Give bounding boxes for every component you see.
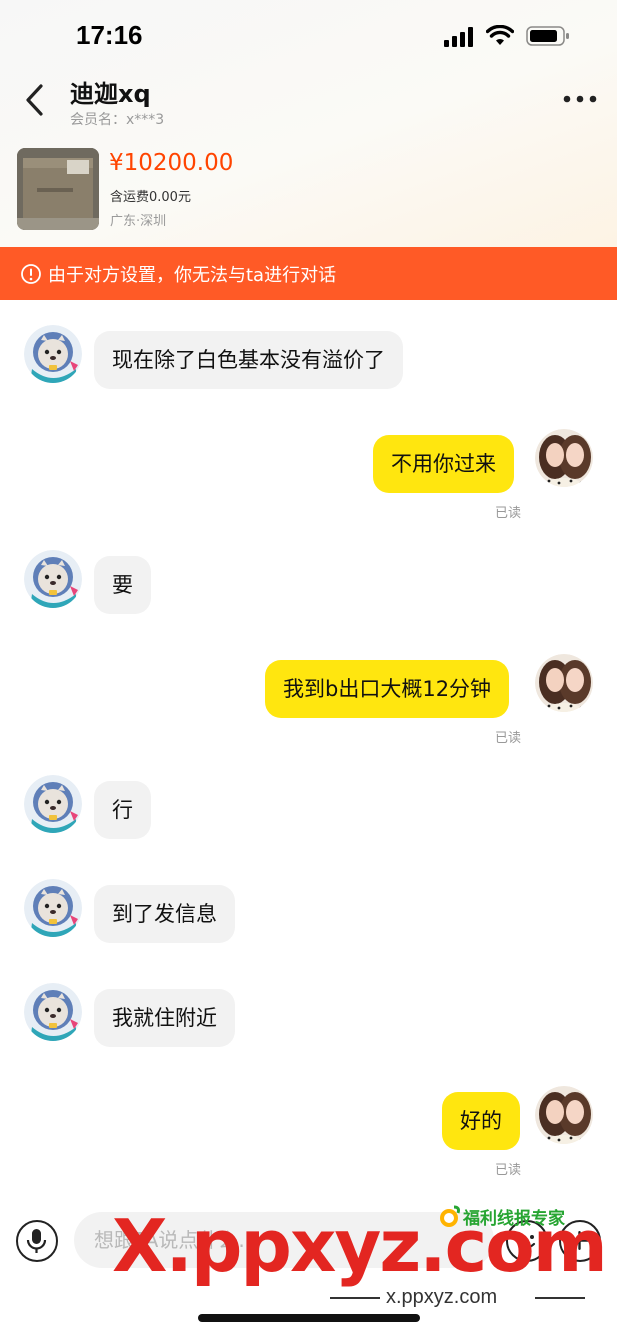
voice-button[interactable] <box>16 1220 58 1262</box>
home-indicator <box>198 1314 420 1322</box>
contact-avatar[interactable] <box>24 325 82 383</box>
contact-avatar[interactable] <box>24 983 82 1041</box>
status-time: 17:16 <box>76 20 143 50</box>
member-name: 会员名：x***3 <box>70 112 165 128</box>
product-location: 广东·深圳 <box>110 214 167 229</box>
product-shipping: 含运费0.00元 <box>110 190 191 205</box>
warning-circle-icon <box>21 264 41 284</box>
contact-name: 迪迦xq <box>70 80 151 108</box>
message-bubble-outgoing[interactable]: 好的 <box>442 1092 520 1150</box>
read-status: 已读 <box>495 731 522 746</box>
my-avatar[interactable] <box>535 429 593 487</box>
read-status: 已读 <box>495 506 522 521</box>
message-bubble-incoming[interactable]: 我就住附近 <box>94 989 235 1047</box>
watermark-divider <box>330 1297 380 1299</box>
message-bubble-incoming[interactable]: 要 <box>94 556 151 614</box>
read-status: 已读 <box>495 1163 522 1178</box>
product-price: ¥10200.00 <box>109 150 234 176</box>
status-bar: 17:16 <box>0 0 617 72</box>
watermark-main: X.ppxyz.com <box>112 1204 608 1288</box>
contact-avatar[interactable] <box>24 775 82 833</box>
more-dots-icon[interactable] <box>561 86 599 112</box>
message-bubble-incoming[interactable]: 行 <box>94 781 151 839</box>
message-bubble-incoming[interactable]: 现在除了白色基本没有溢价了 <box>94 331 403 389</box>
signal-icon <box>444 27 473 47</box>
contact-avatar[interactable] <box>24 879 82 937</box>
battery-icon <box>526 26 569 46</box>
my-avatar[interactable] <box>535 654 593 712</box>
notice-text: 由于对方设置，你无法与ta进行对话 <box>48 265 337 286</box>
message-bubble-outgoing[interactable]: 我到b出口大概12分钟 <box>265 660 510 718</box>
my-avatar[interactable] <box>535 1086 593 1144</box>
message-bubble-outgoing[interactable]: 不用你过来 <box>373 435 514 493</box>
wifi-icon <box>486 25 514 45</box>
back-arrow-icon[interactable] <box>20 82 52 118</box>
message-bubble-incoming[interactable]: 到了发信息 <box>94 885 235 943</box>
contact-avatar[interactable] <box>24 550 82 608</box>
watermark-sub: x.ppxyz.com <box>386 1286 498 1308</box>
notice-banner: 由于对方设置，你无法与ta进行对话 <box>0 247 617 300</box>
product-thumbnail[interactable] <box>17 148 99 230</box>
watermark-divider <box>535 1297 585 1299</box>
voice-icon <box>26 1229 47 1253</box>
